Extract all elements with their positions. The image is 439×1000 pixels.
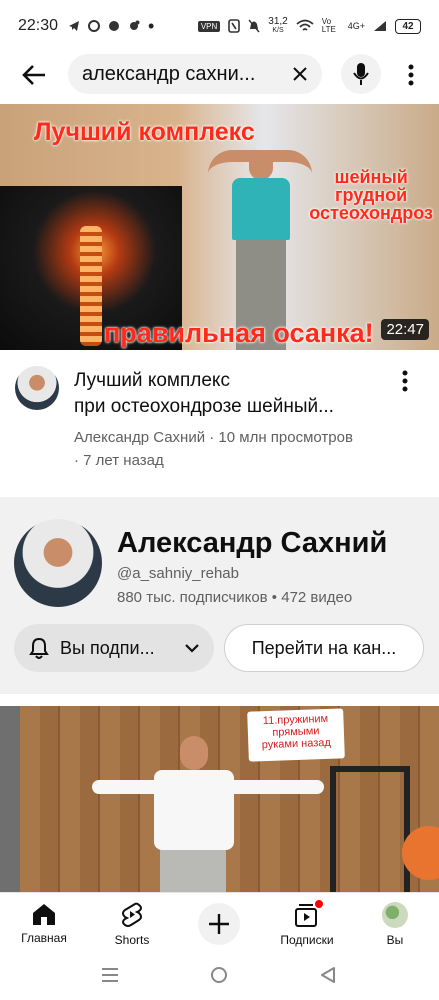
- mute-icon: [248, 19, 260, 33]
- nav-subscriptions[interactable]: Подписки: [267, 893, 347, 951]
- back-button[interactable]: [8, 52, 60, 98]
- video-title-line: при остеохондрозе шейный...: [74, 396, 334, 417]
- triangle-back-icon: [321, 967, 335, 983]
- channel-card[interactable]: Александр Сахний @a_sahniy_rehab 880 тыс…: [0, 497, 439, 694]
- thumbnail-bottom-text: правильная осанка!: [104, 318, 374, 348]
- telegram-icon: [69, 21, 80, 31]
- search-header: александр сахни...: [0, 52, 439, 98]
- wifi-icon: [296, 19, 314, 31]
- channel-handle: @a_sahniy_rehab: [117, 565, 239, 582]
- thumbnail-side-text: шейный грудной остеохондроз: [309, 168, 433, 222]
- voice-search-button[interactable]: [341, 54, 381, 94]
- create-button[interactable]: [198, 903, 240, 945]
- network-speed-unit: K/S: [272, 27, 284, 34]
- shorts-icon: [122, 902, 142, 927]
- search-query: александр сахни...: [82, 62, 256, 85]
- search-input[interactable]: александр сахни...: [68, 54, 322, 94]
- channel-stats: 880 тыс. подписчиков • 472 видео: [117, 589, 353, 606]
- battery-indicator: 42: [395, 18, 421, 34]
- home-icon: [33, 904, 55, 925]
- video-thumbnail-2[interactable]: 11.пружиним прямыми руками назад: [0, 706, 439, 892]
- channel-avatar[interactable]: [15, 366, 59, 410]
- gym-machine: [330, 766, 410, 892]
- caption-line: руками назад: [261, 736, 332, 752]
- volte-label: Vo LTE: [321, 17, 336, 34]
- chevron-down-icon: [185, 644, 199, 653]
- more-vert-icon: [408, 64, 414, 86]
- back-system-button[interactable]: [308, 960, 348, 990]
- menu-icon: [102, 968, 118, 982]
- thumbnail-edge: [0, 706, 20, 892]
- network-speed-value: 31,2: [268, 16, 288, 27]
- go-to-channel-label: Перейти на кан...: [251, 637, 397, 658]
- network-speed: 31,2 K/S: [268, 17, 287, 35]
- video-subtitle-line: · 7 лет назад: [74, 452, 164, 469]
- video-title[interactable]: Лучший комплекс при остеохондрозе шейный…: [74, 368, 392, 420]
- more-notifications-dot: •: [148, 16, 155, 36]
- thumbnail-side-line: шейный: [334, 167, 408, 187]
- home-system-button[interactable]: [199, 960, 239, 990]
- more-options-button[interactable]: [396, 58, 426, 92]
- video-duration: 22:47: [381, 319, 429, 340]
- nav-you-label: Вы: [386, 933, 404, 947]
- vpn-badge: VPN: [197, 20, 221, 32]
- nav-subscriptions-label: Подписки: [280, 933, 334, 947]
- user-avatar: [382, 902, 408, 928]
- video-thumbnail[interactable]: Лучший комплекс шейный грудной остеохонд…: [0, 104, 439, 350]
- channel-name[interactable]: Александр Сахний: [117, 527, 387, 560]
- plus-icon: [209, 914, 229, 934]
- subscribed-button[interactable]: Вы подпи...: [14, 624, 214, 672]
- nav-home[interactable]: Главная: [4, 893, 84, 951]
- arrow-back-icon: [22, 65, 45, 85]
- signal-icon: [374, 21, 386, 31]
- clear-search-icon[interactable]: [292, 66, 308, 82]
- microphone-icon: [353, 63, 369, 85]
- nav-home-label: Главная: [21, 931, 67, 945]
- network-type: 4G+: [347, 21, 365, 31]
- nav-shorts-label: Shorts: [114, 933, 150, 947]
- thumbnail-side-line: остеохондроз: [309, 203, 433, 223]
- chat-icon: [88, 20, 101, 32]
- nav-shorts[interactable]: Shorts: [92, 893, 172, 951]
- nav-you[interactable]: Вы: [355, 893, 435, 951]
- go-to-channel-button[interactable]: Перейти на кан...: [224, 624, 424, 672]
- new-content-dot: [315, 900, 323, 908]
- recent-apps-button[interactable]: [90, 960, 130, 990]
- video-meta: Лучший комплекс при остеохондрозе шейный…: [0, 350, 439, 490]
- exercise-caption: 11.пружиним прямыми руками назад: [247, 708, 345, 762]
- status-time: 22:30: [18, 17, 59, 34]
- bell-icon: [29, 637, 49, 659]
- thumbnail-side-line: грудной: [335, 185, 408, 205]
- video-more-button[interactable]: [394, 368, 416, 394]
- message-icon: [109, 21, 120, 31]
- more-vert-icon: [402, 370, 408, 392]
- notification-icon: [130, 20, 140, 30]
- video-subtitle: Александр Сахний · 10 млн просмотров · 7…: [74, 426, 404, 472]
- subscribed-label: Вы подпи...: [60, 637, 155, 658]
- video-title-line: Лучший комплекс: [74, 370, 230, 391]
- status-bar: 22:30 • VPN 31,2 K/S Vo LTE 4G+ 42: [0, 0, 439, 52]
- circle-home-icon: [211, 967, 227, 983]
- channel-avatar-large[interactable]: [14, 519, 102, 607]
- thumbnail-title-text: Лучший комплекс: [34, 118, 255, 146]
- video-subtitle-line: Александр Сахний · 10 млн просмотров: [74, 429, 353, 446]
- bottom-navigation: Главная Shorts Подписки Вы: [0, 892, 439, 950]
- system-navigation: [0, 950, 439, 1000]
- nfc-icon: [228, 19, 241, 33]
- thumbnail-person: [150, 728, 240, 892]
